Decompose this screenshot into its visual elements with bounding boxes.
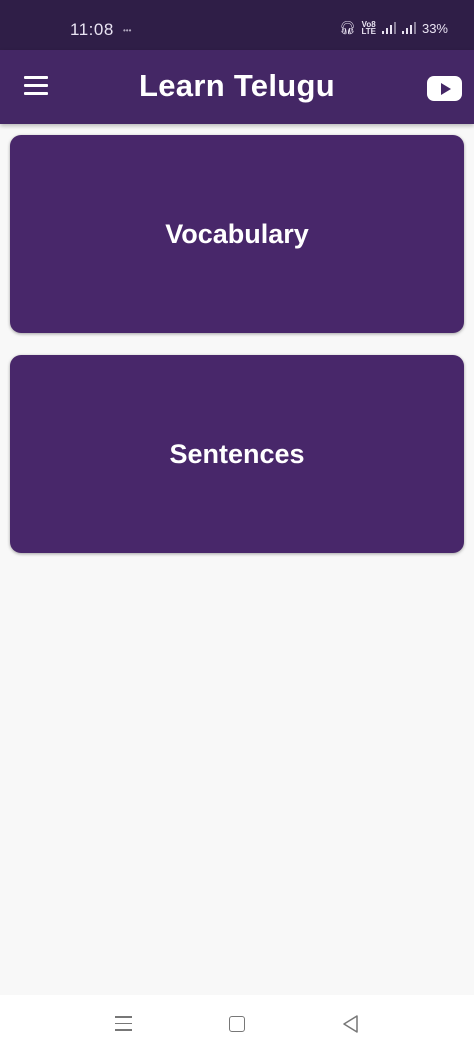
app-bar: Learn Telugu xyxy=(0,50,474,124)
status-time: 11:08 xyxy=(70,20,114,39)
headphones-icon: 🎧︎ xyxy=(338,20,356,35)
status-icons: 🎧︎ Vo8 LTE 33% xyxy=(339,20,448,36)
vocabulary-card-label: Vocabulary xyxy=(165,218,309,249)
system-nav-bar xyxy=(0,995,474,1053)
vocabulary-card[interactable]: Vocabulary xyxy=(10,135,464,333)
volte-badge: Vo8 LTE xyxy=(361,20,376,36)
signal-icon-2 xyxy=(401,22,416,34)
app-title: Learn Telugu xyxy=(139,68,335,103)
status-bar: 11:08 ••• 🎧︎ Vo8 LTE 33% xyxy=(0,0,474,50)
notification-dots-icon: ••• xyxy=(123,26,132,35)
youtube-icon[interactable] xyxy=(427,76,462,101)
home-icon[interactable] xyxy=(229,1016,245,1032)
sentences-card-label: Sentences xyxy=(169,438,305,469)
signal-icon xyxy=(381,22,396,34)
recents-icon[interactable] xyxy=(115,1016,132,1031)
battery-text: 33% xyxy=(421,20,448,36)
sentences-card[interactable]: Sentences xyxy=(10,355,464,553)
back-icon[interactable] xyxy=(341,1014,359,1034)
